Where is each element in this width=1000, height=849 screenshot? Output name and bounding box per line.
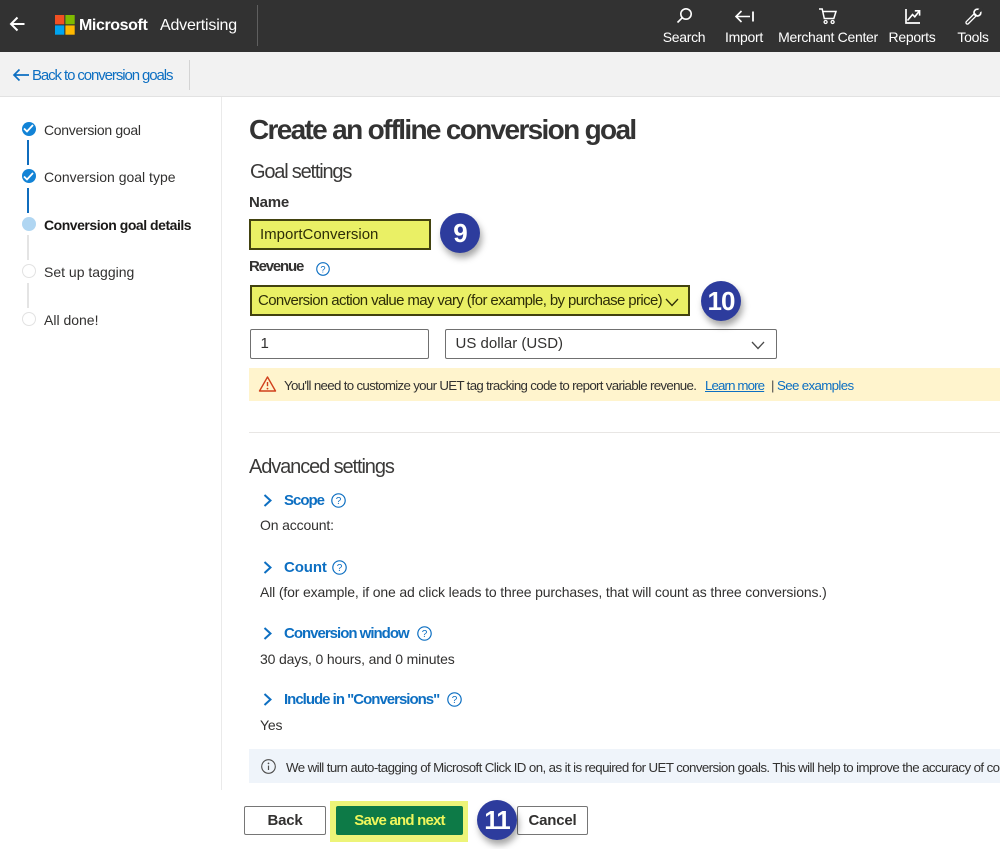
svg-text:?: ? bbox=[336, 496, 342, 507]
svg-text:?: ? bbox=[452, 695, 458, 706]
svg-text:?: ? bbox=[422, 629, 428, 640]
svg-text:?: ? bbox=[337, 563, 343, 574]
svg-text:?: ? bbox=[320, 264, 325, 274]
